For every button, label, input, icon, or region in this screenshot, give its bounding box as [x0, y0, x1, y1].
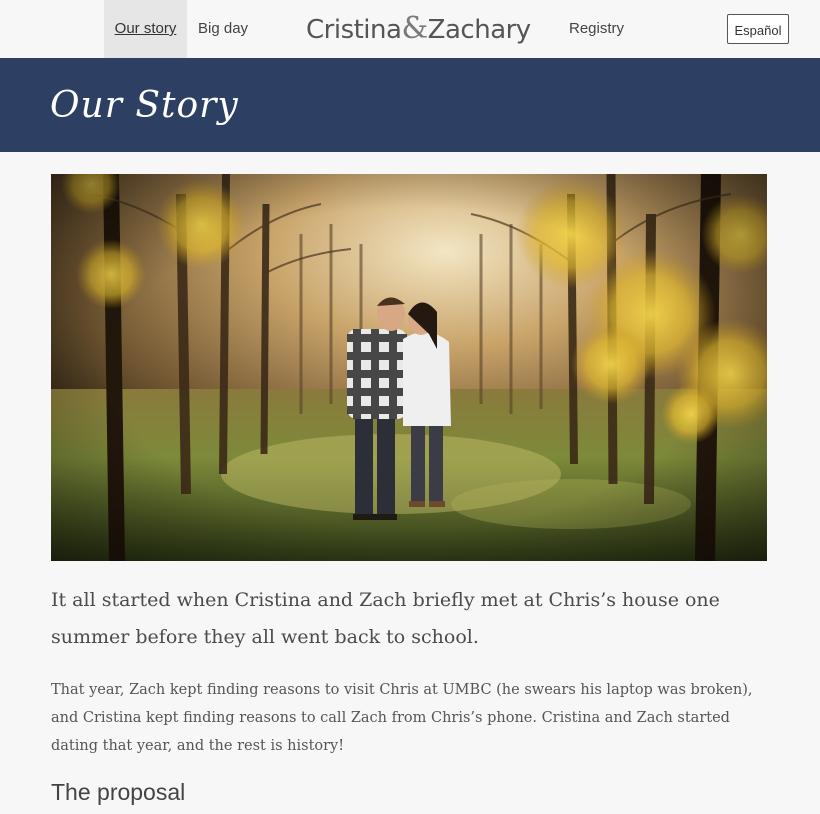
nav-big-day-link[interactable]: Big day	[198, 0, 248, 58]
page-header-band: Our Story	[0, 58, 820, 152]
story-body-paragraph: That year, Zach kept finding reasons to …	[51, 682, 753, 754]
brand-second-name: Zachary	[427, 15, 532, 45]
proposal-heading: The proposal	[51, 779, 186, 805]
engagement-photo	[51, 174, 767, 561]
nav-registry-link[interactable]: Registry	[569, 0, 624, 58]
brand-ampersand: &	[401, 11, 428, 46]
top-navigation: Our story Big day Cristina&Zachary Regis…	[0, 0, 820, 58]
page-title: Our Story	[50, 85, 239, 126]
nav-our-story-link[interactable]: Our story	[104, 0, 187, 58]
site-brand-logo[interactable]: Cristina&Zachary	[306, 10, 531, 48]
story-lead-paragraph: It all started when Cristina and Zach br…	[51, 589, 720, 648]
brand-first-name: Cristina	[306, 15, 402, 45]
language-toggle-button[interactable]: Español	[727, 14, 789, 44]
